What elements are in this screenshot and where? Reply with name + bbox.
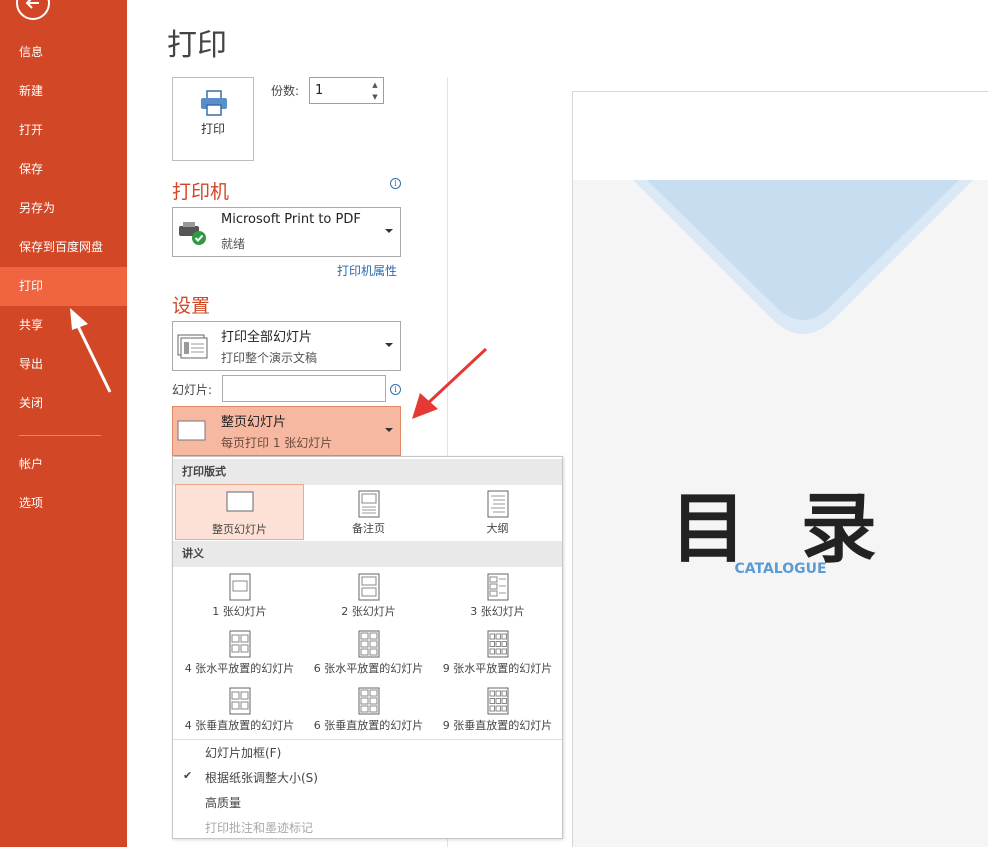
layout-label: 大纲 [486, 522, 509, 535]
handout-9h-icon [487, 630, 508, 658]
print-range-dropdown[interactable]: 打印全部幻灯片 打印整个演示文稿 [172, 321, 401, 371]
full-page-slide-icon [177, 420, 206, 441]
checkmark-icon: ✔ [183, 769, 193, 782]
handout-6v-icon [358, 687, 379, 715]
handout-4h-icon [229, 630, 250, 658]
printer-dropdown[interactable]: Microsoft Print to PDF 就绪 [172, 207, 401, 257]
increment-icon[interactable]: ▲ [371, 81, 379, 89]
slides-label: 幻灯片: [172, 383, 213, 397]
printer-name: Microsoft Print to PDF [221, 212, 361, 227]
handout-6-horizontal[interactable]: 6 张水平放置的幻灯片 [304, 624, 433, 680]
layout-outline[interactable]: 大纲 [433, 484, 562, 540]
option-frame-slides[interactable]: 幻灯片加框(F) [205, 744, 281, 761]
handout-2-icon [358, 573, 379, 601]
nav-save-to-baidu[interactable]: 保存到百度网盘 [0, 228, 127, 267]
page-title: 打印 [167, 28, 227, 63]
printer-icon [201, 90, 227, 116]
handout-label: 6 张垂直放置的幻灯片 [313, 719, 424, 732]
info-icon[interactable]: i [390, 384, 401, 395]
full-page-slide-icon [226, 491, 253, 512]
handout-3-icon [487, 573, 508, 601]
layout-label: 备注页 [352, 522, 385, 535]
print-button[interactable]: 打印 [172, 77, 254, 161]
nav-new[interactable]: 新建 [0, 72, 127, 111]
handout-label: 9 张水平放置的幻灯片 [442, 662, 553, 675]
nav-save-as[interactable]: 另存为 [0, 189, 127, 228]
handout-label: 4 张垂直放置的幻灯片 [184, 719, 295, 732]
slides-stack-icon [177, 334, 208, 359]
annotation-arrow-white [70, 308, 112, 393]
slide-decoration-shape [633, 180, 973, 334]
menu-divider [173, 739, 562, 740]
handout-label: 9 张垂直放置的幻灯片 [442, 719, 553, 732]
handout-9v-icon [487, 687, 508, 715]
layout-notes-page[interactable]: 备注页 [304, 484, 433, 540]
handout-4-vertical[interactable]: 4 张垂直放置的幻灯片 [175, 681, 304, 737]
preview-header-area [573, 92, 988, 180]
layout-label: 整页幻灯片 [212, 523, 267, 536]
option-high-quality[interactable]: 高质量 [205, 794, 241, 811]
copies-stepper[interactable]: 1 ▲ ▼ [309, 77, 384, 104]
handout-1-slide[interactable]: 1 张幻灯片 [175, 567, 304, 623]
section-print-layout: 打印版式 [173, 459, 562, 485]
handout-label: 4 张水平放置的幻灯片 [184, 662, 295, 675]
copies-value[interactable]: 1 [315, 83, 323, 98]
print-range-desc: 打印整个演示文稿 [221, 351, 318, 365]
option-print-comments: 打印批注和墨迹标记 [205, 821, 314, 835]
back-arrow-icon[interactable] [16, 0, 50, 20]
nav-info[interactable]: 信息 [0, 33, 127, 72]
print-layout-desc: 每页打印 1 张幻灯片 [221, 436, 333, 450]
print-button-label: 打印 [200, 122, 225, 136]
chevron-down-icon [385, 229, 393, 233]
handout-1-icon [229, 573, 250, 601]
print-preview: 目 录 CATALOGUE [572, 91, 988, 847]
chevron-down-icon [385, 343, 393, 347]
handout-6-vertical[interactable]: 6 张垂直放置的幻灯片 [304, 681, 433, 737]
print-layout-dropdown[interactable]: 整页幻灯片 每页打印 1 张幻灯片 [172, 406, 401, 456]
section-handouts: 讲义 [173, 541, 562, 567]
handout-2-slides[interactable]: 2 张幻灯片 [304, 567, 433, 623]
handout-4v-icon [229, 687, 250, 715]
nav-options[interactable]: 选项 [0, 484, 127, 523]
copies-label: 份数: [271, 84, 300, 98]
info-icon[interactable]: i [390, 178, 401, 189]
handout-label: 1 张幻灯片 [212, 605, 267, 618]
nav-divider [19, 435, 101, 436]
nav-save[interactable]: 保存 [0, 150, 127, 189]
nav-account[interactable]: 帐户 [0, 445, 127, 484]
printer-heading: 打印机 [172, 181, 230, 203]
handout-label: 6 张水平放置的幻灯片 [313, 662, 424, 675]
handout-9-vertical[interactable]: 9 张垂直放置的幻灯片 [433, 681, 562, 737]
handout-9-horizontal[interactable]: 9 张水平放置的幻灯片 [433, 624, 562, 680]
slides-input[interactable] [222, 375, 386, 402]
print-layout-title: 整页幻灯片 [221, 415, 287, 430]
annotation-arrow-red [412, 347, 488, 419]
decrement-icon[interactable]: ▼ [371, 93, 379, 101]
handout-4-horizontal[interactable]: 4 张水平放置的幻灯片 [175, 624, 304, 680]
printer-status: 就绪 [221, 237, 246, 251]
print-range-title: 打印全部幻灯片 [221, 330, 313, 345]
handout-3-slides[interactable]: 3 张幻灯片 [433, 567, 562, 623]
nav-open[interactable]: 打开 [0, 111, 127, 150]
printer-ready-icon [179, 222, 206, 245]
backstage-sidebar: 信息 新建 打开 保存 另存为 保存到百度网盘 打印 共享 导出 关闭 帐户 选… [0, 0, 127, 847]
printer-properties-link[interactable]: 打印机属性 [337, 262, 397, 279]
option-scale-to-fit[interactable]: 根据纸张调整大小(S) [205, 769, 318, 786]
slide-subtitle: CATALOGUE [734, 561, 827, 577]
outline-icon [487, 490, 508, 518]
print-layout-menu: 打印版式 整页幻灯片 备注页 大纲 讲义 1 张幻灯片 2 张幻灯片 3 张幻灯… [172, 456, 563, 839]
chevron-down-icon [385, 428, 393, 432]
handout-6h-icon [358, 630, 379, 658]
handout-label: 3 张幻灯片 [470, 605, 525, 618]
settings-heading: 设置 [172, 295, 211, 317]
handout-label: 2 张幻灯片 [341, 605, 396, 618]
notes-page-icon [358, 490, 379, 518]
layout-full-page[interactable]: 整页幻灯片 [175, 484, 304, 540]
